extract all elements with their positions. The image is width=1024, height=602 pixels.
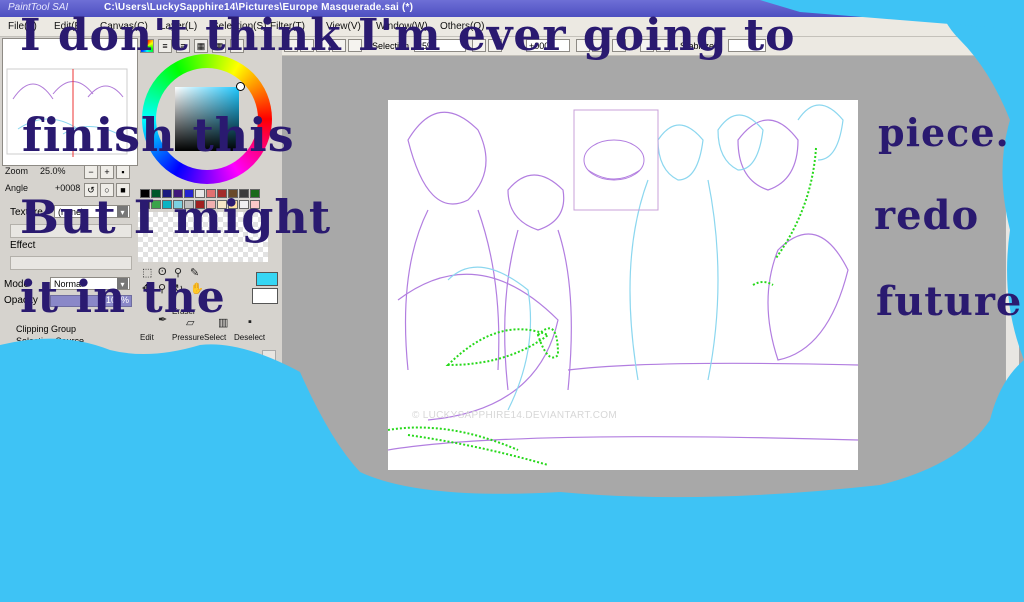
zoom-row: Zoom 25.0%: [5, 166, 66, 176]
zoom-label: Zoom: [5, 166, 29, 176]
canvas-scrollbar[interactable]: [1005, 176, 1019, 596]
effect-width-bar[interactable]: [10, 256, 132, 270]
secondary-color-swatch[interactable]: [252, 288, 278, 304]
panel-scrollbar[interactable]: [262, 350, 276, 392]
overlay-message-line4: But I might: [20, 190, 332, 244]
zoom-out-button[interactable]: −: [84, 165, 98, 179]
binary-tool-icon[interactable]: ▪: [248, 316, 252, 328]
current-color-swatch[interactable]: [256, 272, 278, 286]
zoom-reset-button[interactable]: ▪: [116, 165, 130, 179]
zoom-in-button[interactable]: +: [100, 165, 114, 179]
tool-deselect-label[interactable]: Deselect: [234, 333, 265, 342]
overlay-message-line5: redo: [874, 192, 980, 239]
tool-pressure-label[interactable]: Pressure: [172, 333, 204, 342]
selection-source-checkbox[interactable]: Selection Source: [16, 336, 84, 346]
overlay-message-line7: future: [876, 278, 1023, 325]
color-picker-handle[interactable]: [236, 82, 245, 91]
drawing-canvas[interactable]: © LUCKYSAPPHIRE14.DEVIANTART.COM: [388, 100, 858, 470]
deviantart-watermark: © LUCKYSAPPHIRE14.DEVIANTART.COM: [412, 410, 617, 421]
overlay-message-line1: I don't think I'm ever going to: [20, 10, 796, 61]
clipping-group-checkbox[interactable]: Clipping Group: [16, 324, 76, 334]
zoom-value[interactable]: 25.0%: [40, 166, 66, 176]
tool-edit-label[interactable]: Edit: [140, 333, 154, 342]
tool-select-label[interactable]: Select: [204, 333, 226, 342]
overlay-message-line2: finish this: [22, 108, 295, 162]
overlay-message-line6: it in the: [20, 272, 226, 323]
overlay-message-line3: piece.: [878, 110, 1010, 155]
